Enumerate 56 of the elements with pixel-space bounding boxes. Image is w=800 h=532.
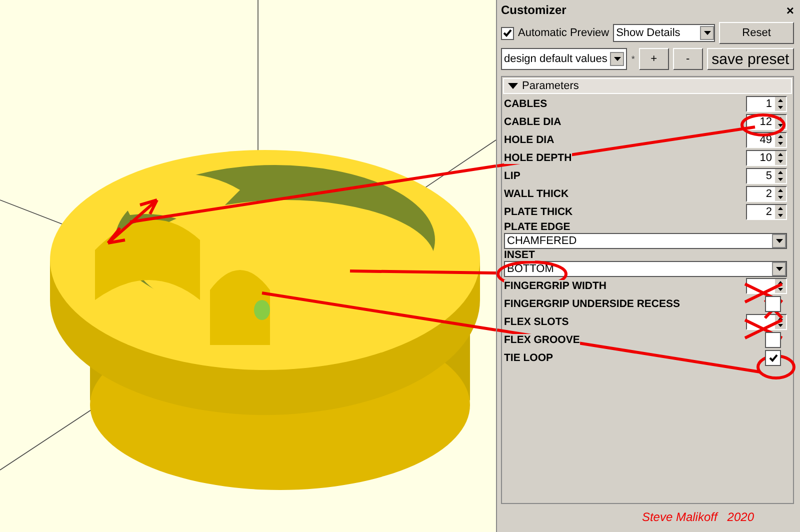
- close-button[interactable]: ×: [786, 2, 794, 18]
- reset-button[interactable]: Reset: [719, 22, 794, 44]
- up-arrow-icon[interactable]: [778, 153, 783, 156]
- number-spinbox[interactable]: 2: [746, 204, 787, 220]
- up-arrow-icon[interactable]: [778, 207, 783, 210]
- down-arrow-icon[interactable]: [778, 124, 783, 127]
- preset-dropdown[interactable]: design default values: [501, 48, 628, 70]
- parameter-label: FLEX GROOVE: [504, 334, 580, 346]
- number-spinbox[interactable]: 10: [746, 150, 787, 166]
- checkbox[interactable]: [765, 332, 781, 348]
- section-title: Parameters: [522, 80, 579, 92]
- details-dropdown[interactable]: Show Details: [613, 24, 716, 42]
- down-arrow-icon[interactable]: [778, 178, 783, 181]
- up-arrow-icon[interactable]: [778, 281, 783, 284]
- panel-title: Customizer: [501, 3, 566, 17]
- parameter-label: INSET: [504, 249, 535, 261]
- checkbox-label: Automatic Preview: [518, 27, 610, 39]
- down-arrow-icon[interactable]: [778, 324, 783, 327]
- up-arrow-icon[interactable]: [778, 135, 783, 138]
- checkbox[interactable]: [765, 296, 781, 312]
- parameter-dropdown[interactable]: CHAMFERED: [504, 233, 787, 249]
- parameter-label: HOLE DIA: [504, 134, 554, 146]
- parameter-label: FINGERGRIP UNDERSIDE RECESS: [504, 298, 680, 310]
- up-arrow-icon[interactable]: [778, 317, 783, 320]
- checkbox[interactable]: [501, 26, 514, 40]
- parameter-label: LIP: [504, 170, 520, 182]
- remove-preset-button[interactable]: -: [672, 48, 703, 70]
- modified-mark: *: [631, 54, 635, 64]
- checkmark-icon: [503, 29, 512, 37]
- down-arrow-icon[interactable]: [778, 196, 783, 199]
- parameter-label: PLATE EDGE: [504, 221, 570, 233]
- parameter-label: FLEX SLOTS: [504, 316, 569, 328]
- checkbox[interactable]: [765, 350, 781, 366]
- up-arrow-icon[interactable]: [778, 171, 783, 174]
- up-arrow-icon[interactable]: [778, 99, 783, 102]
- author-credit: Steve Malikoff 2020: [640, 510, 755, 526]
- parameter-label: WALL THICK: [504, 188, 569, 200]
- up-arrow-icon[interactable]: [778, 189, 783, 192]
- down-arrow-icon[interactable]: [778, 106, 783, 109]
- parameter-label: TIE LOOP: [504, 352, 554, 364]
- section-header[interactable]: Parameters: [503, 78, 792, 94]
- down-arrow-icon[interactable]: [778, 214, 783, 217]
- number-spinbox[interactable]: 1: [746, 96, 787, 112]
- add-preset-button[interactable]: +: [638, 48, 669, 70]
- parameter-label: CABLES: [504, 98, 548, 110]
- down-arrow-icon[interactable]: [778, 288, 783, 291]
- parameter-label: CABLE DIA: [504, 116, 562, 128]
- save-preset-button[interactable]: save preset: [706, 48, 794, 70]
- parameter-label: PLATE THICK: [504, 206, 573, 218]
- number-spinbox[interactable]: 2: [746, 186, 787, 202]
- parameter-label: HOLE DEPTH: [504, 152, 572, 164]
- down-arrow-icon[interactable]: [778, 142, 783, 145]
- number-spinbox[interactable]: 5: [746, 168, 787, 184]
- down-arrow-icon[interactable]: [778, 160, 783, 163]
- parameter-label: FINGERGRIP WIDTH: [504, 280, 606, 292]
- checkmark-icon: [768, 354, 778, 362]
